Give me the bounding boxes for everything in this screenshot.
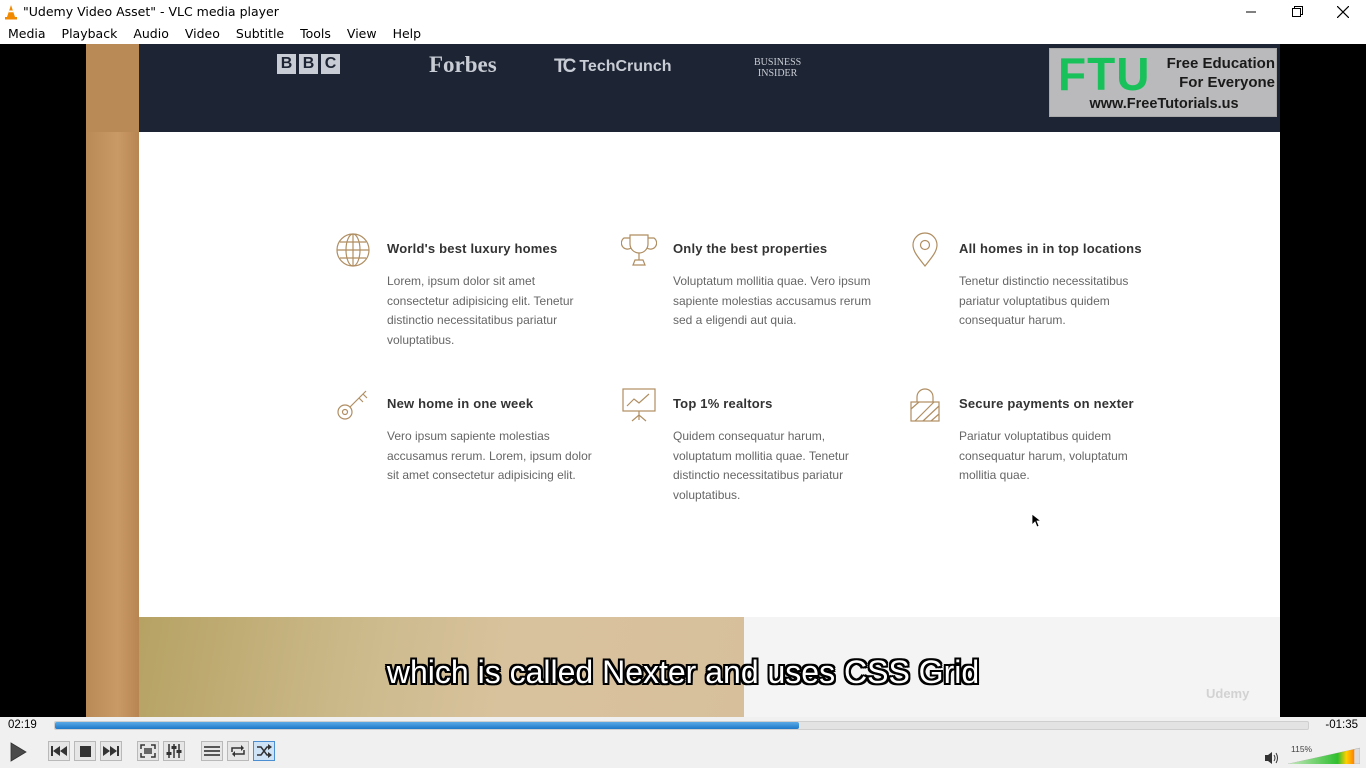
seek-progress (55, 722, 800, 729)
ftu-url: www.FreeTutorials.us (1089, 96, 1239, 112)
skip-forward-icon (103, 746, 119, 756)
skip-back-icon (51, 746, 67, 756)
trophy-icon (621, 234, 657, 266)
feature-text: Pariatur voluptatibus quidem consequatur… (959, 429, 1128, 483)
feature-title: All homes in in top locations (959, 241, 1142, 256)
feature-title: New home in one week (387, 396, 534, 411)
menu-help[interactable]: Help (385, 23, 430, 44)
press-logos-band: B B C Forbes TC TechCrunch BUSINESS INSI… (86, 44, 1280, 132)
menu-subtitle[interactable]: Subtitle (228, 23, 292, 44)
player-controls: 02:19 -01:35 115% (0, 717, 1366, 768)
fullscreen-button[interactable] (137, 741, 159, 761)
ftu-logo-text: FTU (1058, 48, 1151, 100)
playlist-button[interactable] (201, 741, 223, 761)
window-title: "Udemy Video Asset" - VLC media player (23, 4, 279, 19)
ftu-tagline-line2: For Everyone (1179, 74, 1275, 91)
feature-text: Voluptatum mollitia quae. Vero ipsum sap… (673, 274, 872, 328)
close-button[interactable] (1320, 0, 1366, 23)
mouse-cursor-icon (1032, 514, 1042, 528)
forbes-logo: Forbes (429, 52, 497, 77)
techcrunch-logo: TC TechCrunch (554, 56, 671, 78)
bbc-letter: B (299, 54, 318, 74)
subtitle-text: which is called Nexter and uses CSS Grid (386, 654, 980, 690)
techcrunch-mark: TC (554, 56, 576, 77)
vlc-cone-icon (5, 4, 17, 19)
gold-side-strip (86, 44, 139, 717)
feature-text: Tenetur distinctio necessitatibus pariat… (959, 274, 1129, 328)
techcrunch-wordmark: TechCrunch (579, 58, 672, 75)
equalizer-icon (166, 744, 182, 758)
feature-title: Top 1% realtors (673, 396, 773, 411)
business-insider-logo: BUSINESS INSIDER (754, 57, 801, 79)
stop-button[interactable] (74, 741, 96, 761)
feature-text: Lorem, ipsum dolor sit amet consectetur … (387, 274, 574, 347)
menu-bar: Media Playback Audio Video Subtitle Tool… (0, 23, 1366, 44)
feature-title: Secure payments on nexter (959, 396, 1134, 411)
menu-playback[interactable]: Playback (54, 23, 126, 44)
menu-tools[interactable]: Tools (292, 23, 339, 44)
menu-view[interactable]: View (339, 23, 385, 44)
feature-title: World's best luxury homes (387, 241, 558, 256)
fullscreen-icon (140, 744, 156, 758)
remaining-time[interactable]: -01:35 (1325, 719, 1358, 731)
close-icon (1337, 5, 1349, 18)
feature-text: Vero ipsum sapiente molestias accusamus … (387, 429, 592, 483)
extended-settings-button[interactable] (163, 741, 185, 761)
globe-icon (336, 233, 370, 267)
map-pin-icon (912, 232, 938, 267)
next-button[interactable] (100, 741, 122, 761)
playlist-icon (204, 746, 220, 756)
shuffle-button[interactable] (253, 741, 275, 761)
previous-button[interactable] (48, 741, 70, 761)
business-insider-line2: INSIDER (757, 68, 798, 79)
padlock-icon (910, 388, 940, 422)
minimize-icon (1246, 11, 1256, 12)
ftu-tagline-line1: Free Education (1166, 55, 1275, 72)
feature-text: Quidem consequatur harum, voluptatum mol… (673, 429, 849, 502)
video-frame: B B C Forbes TC TechCrunch BUSINESS INSI… (86, 44, 1280, 717)
video-area[interactable]: B B C Forbes TC TechCrunch BUSINESS INSI… (0, 44, 1366, 717)
business-insider-line1: BUSINESS (754, 57, 802, 68)
title-bar: "Udemy Video Asset" - VLC media player (0, 0, 1366, 23)
feature-title: Only the best properties (673, 241, 828, 256)
volume-percent: 115% (1291, 744, 1313, 754)
restore-button[interactable] (1274, 0, 1320, 23)
bbc-letter: C (321, 54, 340, 74)
play-button[interactable] (4, 739, 32, 765)
elapsed-time: 02:19 (8, 719, 37, 731)
bbc-logo: B B C (277, 54, 340, 74)
play-icon (10, 742, 27, 762)
menu-audio[interactable]: Audio (125, 23, 177, 44)
presentation-chart-icon (622, 388, 656, 422)
window-controls (1228, 0, 1366, 23)
seek-bar[interactable] (54, 721, 1309, 730)
stop-icon (79, 745, 91, 757)
loop-icon (231, 745, 245, 757)
ftu-tagline: Free Education For Everyone (1155, 54, 1275, 92)
minimize-button[interactable] (1228, 0, 1274, 23)
menu-media[interactable]: Media (0, 23, 54, 44)
speaker-icon[interactable] (1264, 751, 1280, 765)
menu-video[interactable]: Video (177, 23, 228, 44)
shuffle-icon (257, 744, 272, 758)
key-icon (337, 390, 368, 420)
restore-icon (1291, 6, 1303, 17)
ftu-watermark: FTU Free Education For Everyone www.Free… (1049, 48, 1277, 117)
loop-button[interactable] (227, 741, 249, 761)
bbc-letter: B (277, 54, 296, 74)
gold-strip-top (86, 44, 139, 132)
